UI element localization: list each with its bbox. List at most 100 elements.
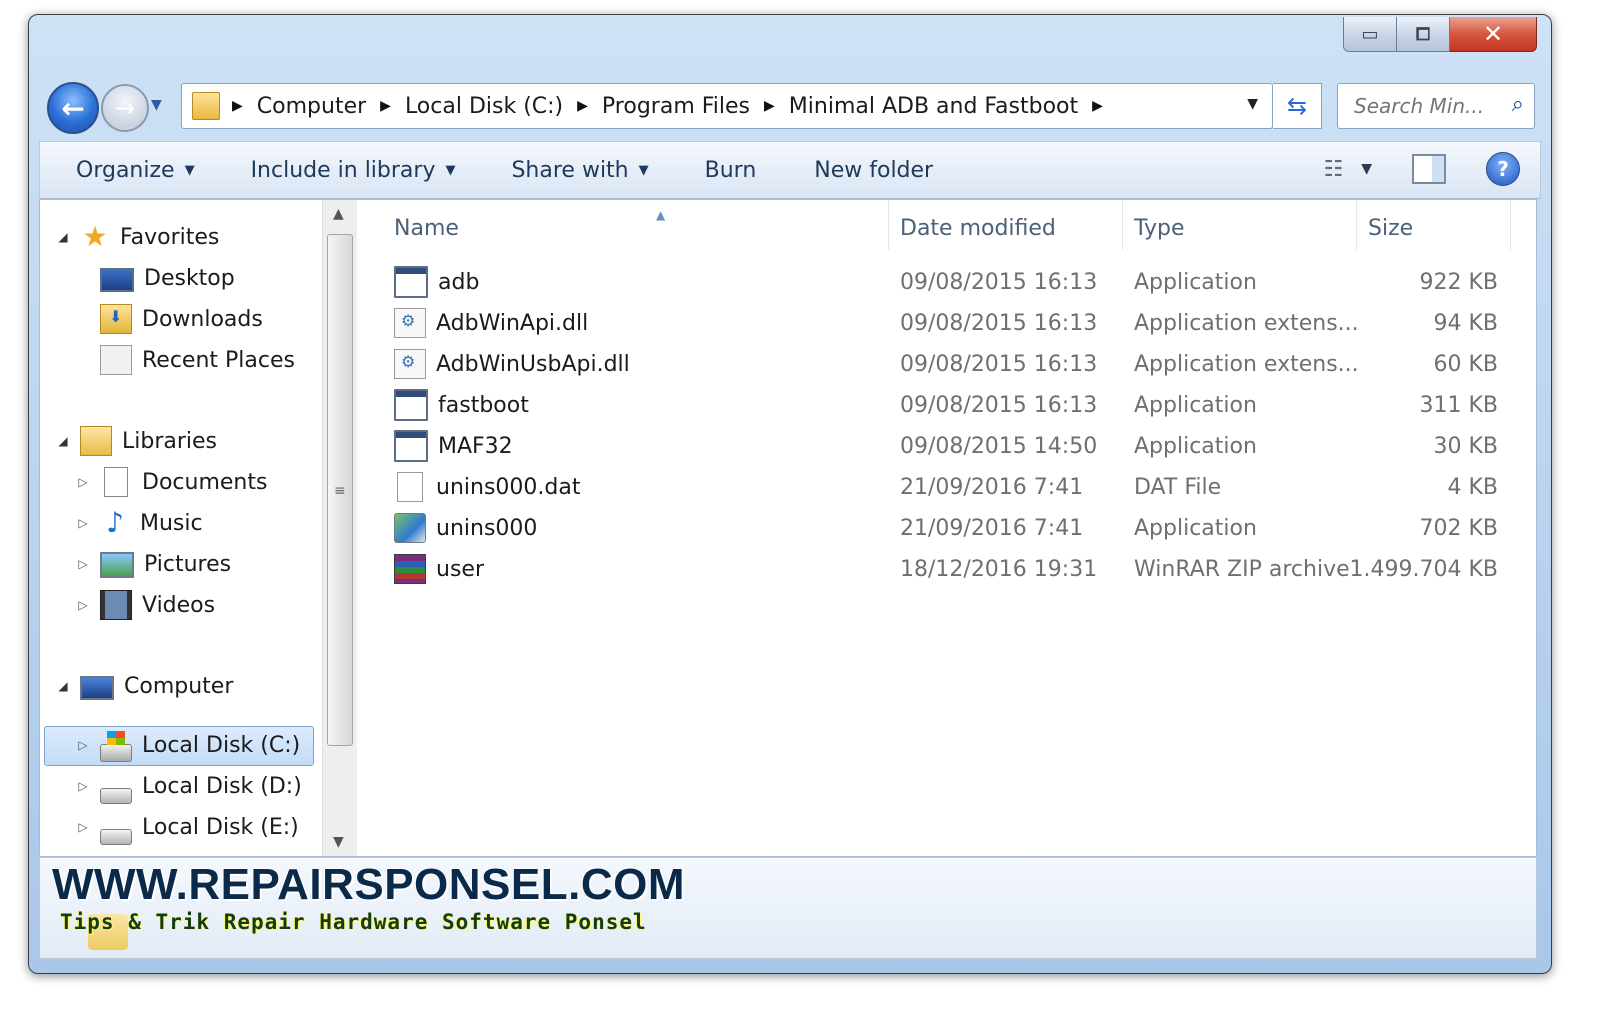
file-row[interactable]: unins000 21/09/2016 7:41 Application 702… xyxy=(358,508,1536,548)
tree-label: Pictures xyxy=(144,551,232,577)
column-header-size[interactable]: Size xyxy=(1368,210,1413,246)
file-row[interactable]: unins000.dat 21/09/2016 7:41 DAT File 4 … xyxy=(358,467,1536,507)
breadcrumb-computer[interactable]: Computer xyxy=(257,94,366,119)
tree-item-local-disk-c[interactable]: ▷ Local Disk (C:) xyxy=(74,726,300,764)
column-divider[interactable] xyxy=(888,200,889,250)
tree-item-local-disk-d[interactable]: ▷ Local Disk (D:) xyxy=(74,767,302,805)
file-type: Application xyxy=(1134,269,1257,295)
search-box[interactable]: ⌕ xyxy=(1337,83,1535,129)
file-name-cell: unins000.dat xyxy=(394,467,580,507)
drive-icon xyxy=(100,829,132,845)
file-name-cell: adb xyxy=(394,262,479,302)
search-icon[interactable]: ⌕ xyxy=(1512,92,1524,117)
tree-item-downloads[interactable]: Downloads xyxy=(92,300,263,338)
file-date: 09/08/2015 14:50 xyxy=(900,433,1098,459)
tree-label: Recent Places xyxy=(142,347,295,373)
music-icon: ♪ xyxy=(106,506,124,539)
share-with-menu[interactable]: Share with ▼ xyxy=(511,158,648,183)
share-with-label: Share with xyxy=(511,157,629,183)
breadcrumb-separator-icon[interactable]: ▶ xyxy=(577,98,588,114)
tree-item-documents[interactable]: ▷ Documents xyxy=(74,463,267,501)
column-header-name[interactable]: Name ▲ xyxy=(394,208,665,246)
expand-arrow-icon[interactable]: ▷ xyxy=(74,557,92,571)
breadcrumb-local-disk-c[interactable]: Local Disk (C:) xyxy=(405,94,563,119)
file-row[interactable]: AdbWinApi.dll 09/08/2015 16:13 Applicati… xyxy=(358,303,1536,343)
scroll-up-icon[interactable]: ▲ xyxy=(333,206,344,222)
blank-file-icon xyxy=(397,472,423,502)
expand-arrow-icon[interactable]: ▷ xyxy=(74,475,92,489)
recent-pages-dropdown[interactable]: ▼ xyxy=(151,97,162,113)
include-in-library-menu[interactable]: Include in library ▼ xyxy=(251,158,456,183)
tree-item-videos[interactable]: ▷ Videos xyxy=(74,586,215,624)
change-view-icon[interactable]: ☷ xyxy=(1323,157,1343,182)
scrollbar-thumb[interactable]: ≡ xyxy=(327,234,353,746)
file-size: 702 KB xyxy=(1419,515,1498,541)
collapse-arrow-icon[interactable]: ◢ xyxy=(54,679,72,693)
tree-item-music[interactable]: ▷ ♪ Music xyxy=(74,504,202,542)
watermark-title: WWW.REPAIRSPONSEL.COM xyxy=(52,860,686,909)
breadcrumb-program-files[interactable]: Program Files xyxy=(602,94,750,119)
minimize-button[interactable]: ▭ xyxy=(1343,17,1397,52)
view-options-chevron-icon[interactable]: ▼ xyxy=(1361,161,1372,177)
collapse-arrow-icon[interactable]: ◢ xyxy=(54,230,72,244)
preview-pane-icon[interactable] xyxy=(1412,154,1446,184)
dll-icon xyxy=(394,349,426,379)
expand-arrow-icon[interactable]: ▷ xyxy=(74,820,92,834)
expand-arrow-icon[interactable]: ▷ xyxy=(74,516,92,530)
breadcrumb-separator-icon[interactable]: ▶ xyxy=(1092,98,1103,114)
help-icon[interactable]: ? xyxy=(1486,152,1520,186)
file-row[interactable]: MAF32 09/08/2015 14:50 Application 30 KB xyxy=(358,426,1536,466)
toolbar-right: ☷ ▼ ? xyxy=(1323,152,1520,186)
tree-computer[interactable]: ◢ Computer xyxy=(54,667,233,705)
column-size-label: Size xyxy=(1368,215,1414,241)
close-button[interactable]: ✕ xyxy=(1450,17,1537,52)
navpane-scrollbar[interactable]: ▲ ≡ ▼ xyxy=(322,200,357,856)
refresh-button[interactable]: ⇆ xyxy=(1273,83,1322,129)
tree-libraries[interactable]: ◢ Libraries xyxy=(54,422,217,460)
file-name: adb xyxy=(438,269,480,295)
scroll-down-icon[interactable]: ▼ xyxy=(333,834,344,850)
burn-button[interactable]: Burn xyxy=(705,158,757,183)
file-name: unins000.dat xyxy=(436,474,581,500)
forward-button[interactable]: → xyxy=(101,84,149,132)
breadcrumb-separator-icon[interactable]: ▶ xyxy=(380,98,391,114)
maximize-button[interactable]: ⧠ xyxy=(1397,17,1450,52)
navigation-pane: ◢ ★ Favorites Desktop Downloads Recent P… xyxy=(40,200,324,856)
tree-item-desktop[interactable]: Desktop xyxy=(92,259,235,297)
tree-label: Videos xyxy=(142,592,216,618)
search-input[interactable] xyxy=(1352,93,1506,119)
expand-arrow-icon[interactable]: ▷ xyxy=(74,738,92,752)
column-divider[interactable] xyxy=(1356,200,1357,250)
file-type: DAT File xyxy=(1134,474,1222,500)
file-size: 1.499.704 KB xyxy=(1349,556,1498,582)
address-dropdown-icon[interactable]: ▼ xyxy=(1247,96,1258,112)
tree-label: Downloads xyxy=(142,306,263,332)
collapse-arrow-icon[interactable]: ◢ xyxy=(54,434,72,448)
file-row[interactable]: adb 09/08/2015 16:13 Application 922 KB xyxy=(358,262,1536,302)
tree-item-recent-places[interactable]: Recent Places xyxy=(92,341,295,379)
sort-ascending-icon: ▲ xyxy=(656,208,666,222)
breadcrumb-separator-icon[interactable]: ▶ xyxy=(232,98,243,114)
tree-item-pictures[interactable]: ▷ Pictures xyxy=(74,545,231,583)
file-type: Application xyxy=(1134,433,1257,459)
back-button[interactable]: ← xyxy=(47,82,99,134)
column-divider[interactable] xyxy=(1122,200,1123,250)
expand-arrow-icon[interactable]: ▷ xyxy=(74,598,92,612)
breadcrumb-minimal-adb[interactable]: Minimal ADB and Fastboot xyxy=(789,94,1078,119)
address-bar[interactable]: ▶ Computer ▶ Local Disk (C:) ▶ Program F… xyxy=(181,83,1273,129)
column-header-type[interactable]: Type xyxy=(1134,210,1185,246)
organize-menu[interactable]: Organize ▼ xyxy=(76,158,195,183)
breadcrumb-separator-icon[interactable]: ▶ xyxy=(764,98,775,114)
file-row[interactable]: AdbWinUsbApi.dll 09/08/2015 16:13 Applic… xyxy=(358,344,1536,384)
tree-favorites[interactable]: ◢ ★ Favorites xyxy=(54,218,219,256)
file-row[interactable]: user 18/12/2016 19:31 WinRAR ZIP archive… xyxy=(358,549,1536,589)
file-row[interactable]: fastboot 09/08/2015 16:13 Application 31… xyxy=(358,385,1536,425)
refresh-icon: ⇆ xyxy=(1286,92,1308,120)
file-date: 09/08/2015 16:13 xyxy=(900,351,1098,377)
new-folder-button[interactable]: New folder xyxy=(814,158,933,183)
column-divider[interactable] xyxy=(1510,200,1511,250)
file-date: 09/08/2015 16:13 xyxy=(900,310,1098,336)
expand-arrow-icon[interactable]: ▷ xyxy=(74,779,92,793)
column-header-date[interactable]: Date modified xyxy=(900,210,1056,246)
tree-item-local-disk-e[interactable]: ▷ Local Disk (E:) xyxy=(74,808,299,846)
